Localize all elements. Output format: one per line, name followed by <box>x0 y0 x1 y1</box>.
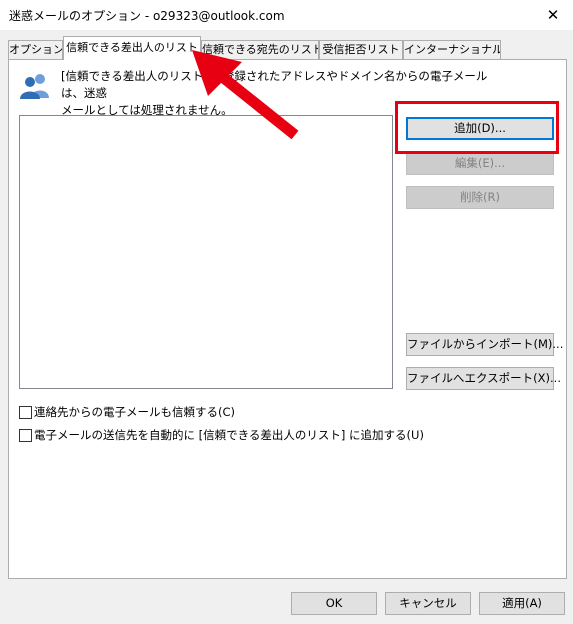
tab-international[interactable]: インターナショナル <box>403 40 501 59</box>
description-line-1: [信頼できる差出人のリスト] に登録されたアドレスやドメイン名からの電子メールは… <box>61 69 488 100</box>
cancel-button[interactable]: キャンセル <box>385 592 471 615</box>
remove-button[interactable]: 削除(R) <box>406 186 554 209</box>
safe-senders-list[interactable] <box>19 115 393 389</box>
tab-options[interactable]: オプション <box>8 40 63 59</box>
description: [信頼できる差出人のリスト] に登録されたアドレスやドメイン名からの電子メールは… <box>61 68 501 119</box>
tab-safe-senders[interactable]: 信頼できる差出人のリスト <box>63 36 201 60</box>
close-button[interactable]: ✕ <box>541 4 565 26</box>
trust-contacts-label[interactable]: 連絡先からの電子メールも信頼する(C) <box>34 404 235 420</box>
apply-button[interactable]: 適用(A) <box>479 592 565 615</box>
add-button[interactable]: 追加(D)... <box>406 117 554 140</box>
tab-panel: [信頼できる差出人のリスト] に登録されたアドレスやドメイン名からの電子メールは… <box>8 59 567 579</box>
window-title: 迷惑メールのオプション - o29323@outlook.com <box>9 9 285 23</box>
tab-blocked-senders[interactable]: 受信拒否リスト <box>319 40 403 59</box>
import-button[interactable]: ファイルからインポート(M)... <box>406 333 563 356</box>
people-icon <box>20 74 49 99</box>
title-bar: 迷惑メールのオプション - o29323@outlook.com ✕ <box>0 0 573 30</box>
trust-contacts-checkbox[interactable] <box>19 406 32 419</box>
auto-add-checkbox[interactable] <box>19 429 32 442</box>
edit-button[interactable]: 編集(E)... <box>406 152 554 175</box>
ok-button[interactable]: OK <box>291 592 377 615</box>
tab-safe-recipients[interactable]: 信頼できる宛先のリスト <box>201 40 319 59</box>
export-button[interactable]: ファイルへエクスポート(X)... <box>406 367 561 390</box>
auto-add-label[interactable]: 電子メールの送信先を自動的に [信頼できる差出人のリスト] に追加する(U) <box>34 427 424 443</box>
